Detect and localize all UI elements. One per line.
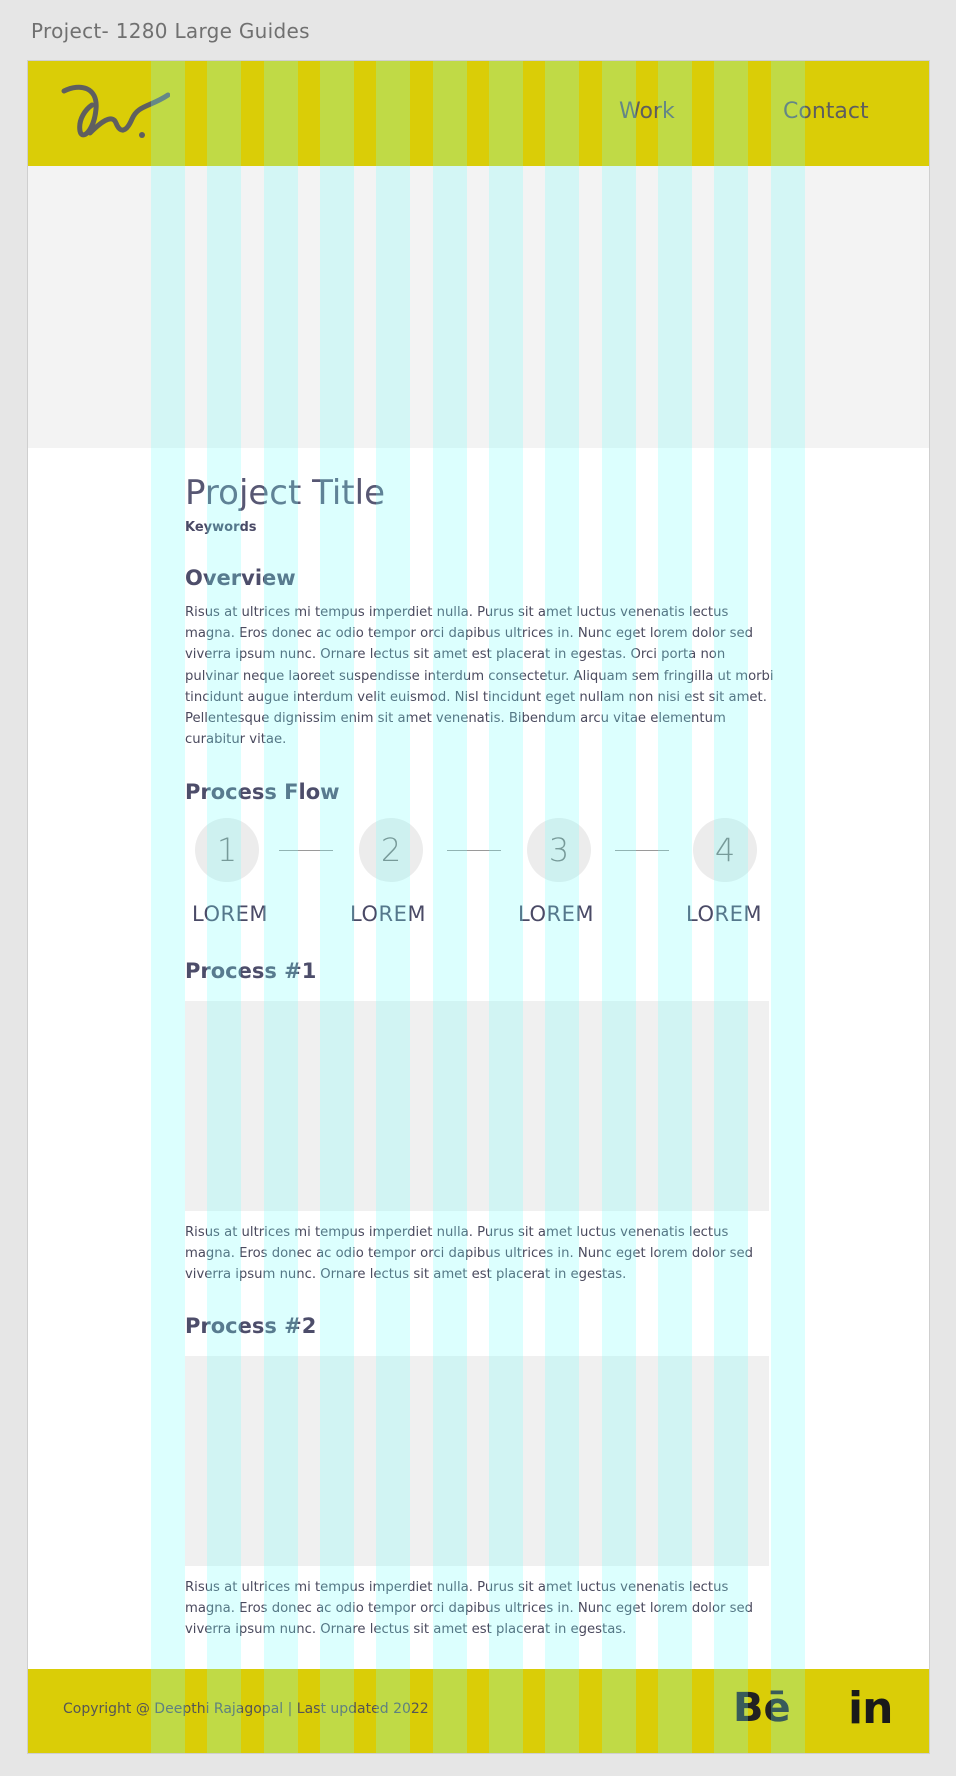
hero-image-placeholder (28, 166, 929, 448)
page-frame: Work Contact Project Title Keywords Over… (27, 60, 930, 1754)
copyright-text: Copyright @ Deepthi Rajagopal | Last upd… (63, 1701, 429, 1717)
nav-work-link[interactable]: Work (619, 99, 675, 124)
signature-logo-icon[interactable] (60, 79, 170, 149)
page-title: Project Title (185, 473, 385, 513)
process-flow-steps: 1 2 3 4 LOREM LOREM LOREM LOREM (185, 818, 775, 938)
frame-label: Project- 1280 Large Guides (31, 19, 310, 43)
step-2-circle: 2 (359, 818, 423, 882)
keywords-label: Keywords (185, 520, 257, 535)
overview-text: Risus at ultrices mi tempus imperdiet nu… (185, 605, 774, 748)
step-4-circle: 4 (693, 818, 757, 882)
step-connector (279, 850, 333, 851)
top-nav: Work Contact (28, 61, 929, 166)
step-1-circle: 1 (195, 818, 259, 882)
process-1-heading: Process #1 (185, 959, 317, 983)
step-3-label: LOREM (518, 902, 594, 926)
behance-icon[interactable]: Bē (733, 1685, 791, 1731)
overview-heading: Overview (185, 566, 296, 590)
footer: Copyright @ Deepthi Rajagopal | Last upd… (28, 1669, 929, 1753)
step-3-circle: 3 (527, 818, 591, 882)
nav-contact-link[interactable]: Contact (783, 99, 869, 124)
step-connector (615, 850, 669, 851)
step-connector (447, 850, 501, 851)
process-1-text: Risus at ultrices mi tempus imperdiet nu… (185, 1225, 753, 1283)
linkedin-icon[interactable]: in (848, 1683, 893, 1734)
process-1-image-placeholder (185, 1001, 769, 1211)
process-flow-heading: Process Flow (185, 780, 340, 804)
process-2-image-placeholder (185, 1356, 769, 1566)
process-2-heading: Process #2 (185, 1314, 317, 1338)
step-1-label: LOREM (192, 902, 268, 926)
step-4-label: LOREM (686, 902, 762, 926)
step-2-label: LOREM (350, 902, 426, 926)
process-2-text: Risus at ultrices mi tempus imperdiet nu… (185, 1580, 753, 1638)
